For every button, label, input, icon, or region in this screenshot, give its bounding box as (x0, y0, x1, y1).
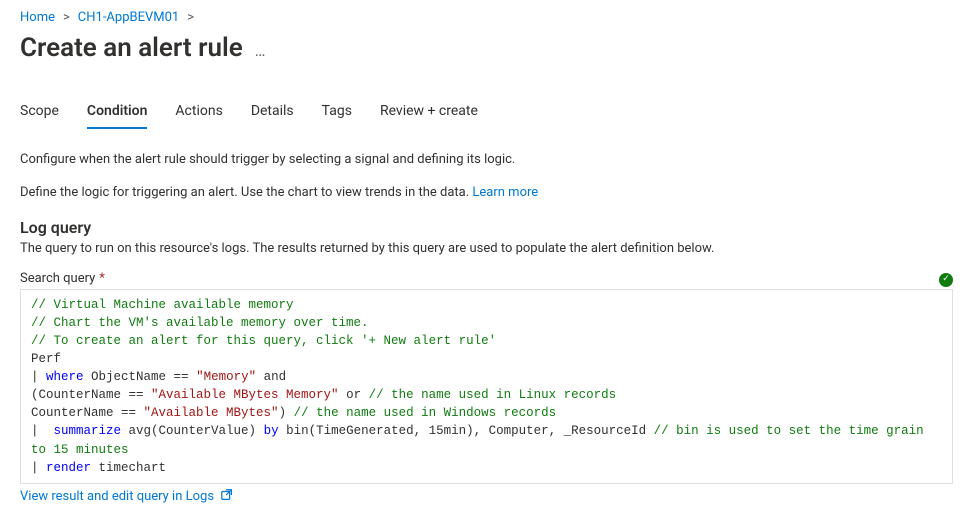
code-token: timechart (91, 461, 166, 475)
code-token: avg(CounterValue) (121, 424, 264, 438)
search-query-field-row: Search query * ✓ (20, 270, 953, 287)
code-comment: // Chart the VM's available memory over … (31, 316, 369, 330)
breadcrumb-home[interactable]: Home (20, 10, 55, 25)
code-token: ) (279, 406, 287, 420)
view-result-link-label: View result and edit query in Logs (20, 489, 214, 504)
help-text-1: Configure when the alert rule should tri… (20, 152, 953, 167)
search-query-label: Search query (20, 271, 95, 286)
section-sub-log-query: The query to run on this resource's logs… (20, 241, 953, 256)
code-token: (CounterName == (31, 388, 151, 402)
breadcrumb-sep: > (187, 10, 194, 25)
code-keyword: render (46, 461, 91, 475)
code-comment: // the name used in Windows records (286, 406, 556, 420)
code-string: "Available MBytes Memory" (151, 388, 339, 402)
required-indicator: * (99, 271, 105, 286)
code-token: CounterName == (31, 406, 144, 420)
breadcrumb: Home > CH1-AppBEVM01 > (20, 10, 953, 25)
page-title: Create an alert rule (20, 33, 243, 63)
code-token: | (31, 424, 54, 438)
tab-tags[interactable]: Tags (322, 103, 352, 129)
code-keyword: summarize (54, 424, 122, 438)
code-token: ObjectName == (84, 370, 197, 384)
tab-actions[interactable]: Actions (175, 103, 222, 129)
code-token: Perf (31, 352, 61, 366)
code-token: | (31, 461, 46, 475)
code-token: | (31, 370, 46, 384)
section-heading-log-query: Log query (20, 218, 953, 237)
popout-icon (220, 488, 234, 506)
code-comment: // the name used in Linux records (361, 388, 616, 402)
breadcrumb-resource[interactable]: CH1-AppBEVM01 (78, 10, 179, 25)
more-menu-icon[interactable]: … (255, 41, 266, 60)
help-text-2: Define the logic for triggering an alert… (20, 185, 953, 200)
learn-more-link[interactable]: Learn more (472, 185, 538, 200)
code-keyword: by (264, 424, 279, 438)
view-result-link[interactable]: View result and edit query in Logs (20, 488, 234, 506)
tab-condition[interactable]: Condition (87, 103, 148, 129)
breadcrumb-sep: > (63, 10, 70, 25)
tabs: Scope Condition Actions Details Tags Rev… (20, 103, 953, 130)
code-comment: // Virtual Machine available memory (31, 298, 294, 312)
code-keyword: where (46, 370, 84, 384)
code-token: or (339, 388, 362, 402)
code-token: bin(TimeGenerated, 15min), Computer, _Re… (279, 424, 647, 438)
tab-details[interactable]: Details (251, 103, 294, 129)
page-title-row: Create an alert rule … (20, 33, 953, 63)
code-token: and (256, 370, 286, 384)
validation-indicator: ✓ (939, 270, 953, 287)
code-string: "Memory" (196, 370, 256, 384)
tab-review[interactable]: Review + create (380, 103, 478, 129)
help-text-2-prefix: Define the logic for triggering an alert… (20, 185, 472, 200)
tab-scope[interactable]: Scope (20, 103, 59, 129)
check-circle-icon: ✓ (939, 273, 953, 287)
code-string: "Available MBytes" (144, 406, 279, 420)
search-query-input[interactable]: // Virtual Machine available memory // C… (20, 289, 953, 484)
code-comment: // To create an alert for this query, cl… (31, 334, 496, 348)
